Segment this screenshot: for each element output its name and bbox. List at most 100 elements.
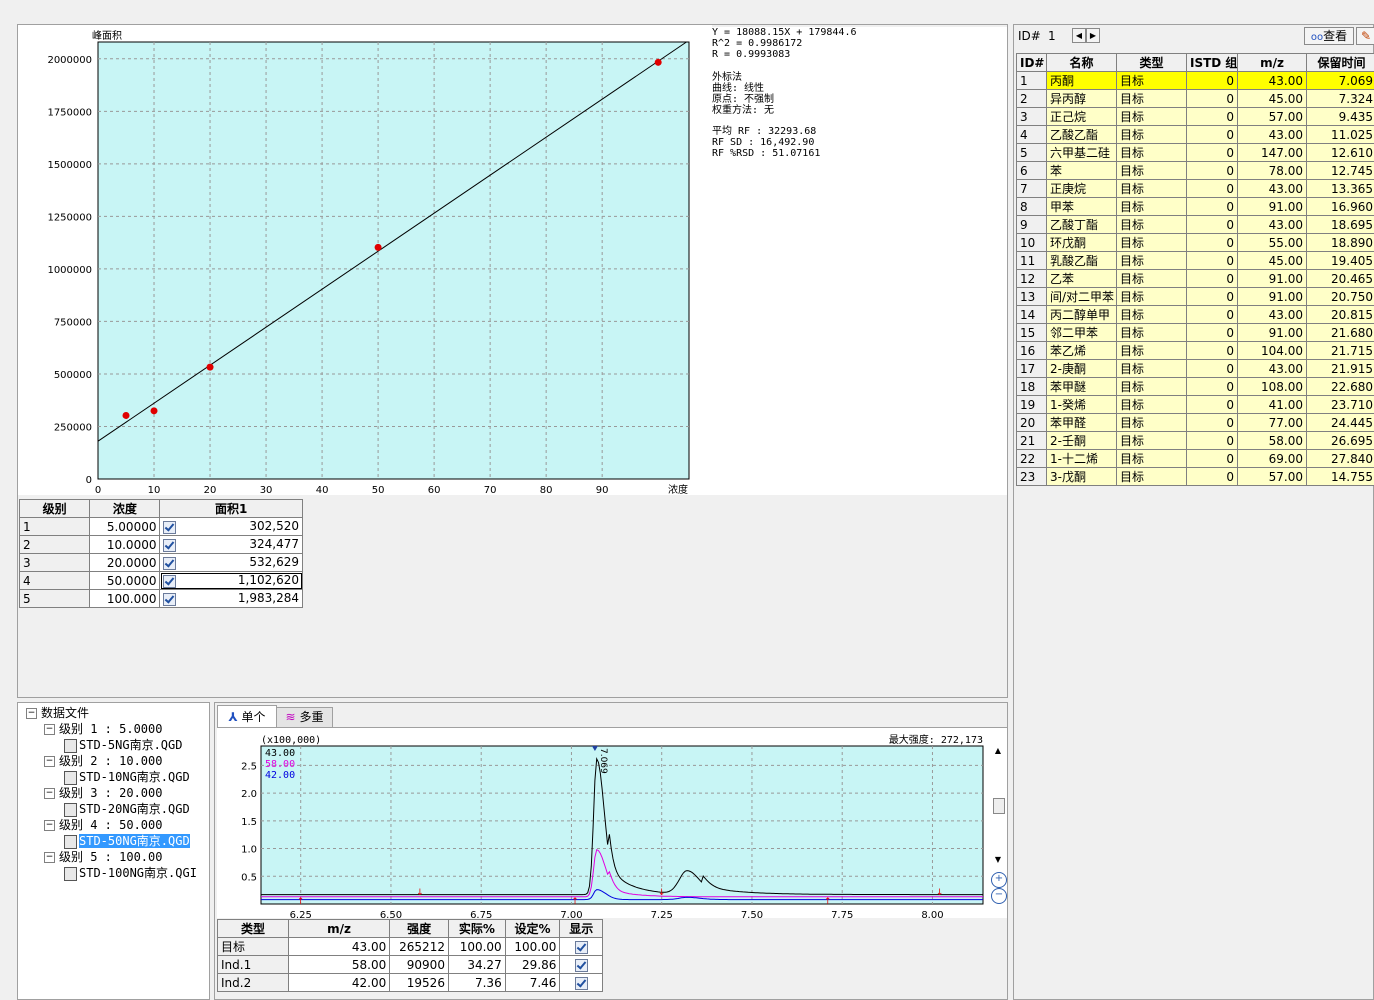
tree-file[interactable]: STD-20NG南京.QGD: [26, 801, 197, 817]
scroll-thumb[interactable]: [993, 798, 1005, 814]
compound-cell-mz: 43.00: [1237, 125, 1307, 144]
tab-single[interactable]: ⅄ 单个: [217, 705, 277, 728]
compound-cell-id: 5: [1016, 143, 1047, 162]
compound-cell-istd: 0: [1186, 179, 1238, 198]
compound-row[interactable]: 14 丙二醇单甲 目标 0 43.00 20.815: [1016, 305, 1374, 324]
tree-root[interactable]: − 数据文件: [26, 705, 197, 721]
compound-cell-id: 11: [1016, 251, 1047, 270]
col-istd[interactable]: ISTD 组: [1186, 53, 1238, 72]
level-row[interactable]: 5 100.000 1,983,284: [18, 589, 303, 608]
compound-row[interactable]: 1 丙酮 目标 0 43.00 7.069: [1016, 71, 1374, 90]
compound-row[interactable]: 4 乙酸乙酯 目标 0 43.00 11.025: [1016, 125, 1374, 144]
tree-level[interactable]: − 级别 2 : 10.000: [26, 753, 197, 769]
collapse-icon[interactable]: −: [44, 788, 55, 799]
y-tick-label: 1500000: [47, 160, 92, 171]
compound-cell-istd: 0: [1186, 125, 1238, 144]
collapse-icon[interactable]: −: [26, 708, 37, 719]
scroll-down-icon[interactable]: ▼: [991, 855, 1005, 864]
compound-row[interactable]: 21 2-壬酮 目标 0 58.00 26.695: [1016, 431, 1374, 450]
col-name[interactable]: 名称: [1046, 53, 1117, 72]
ion-row[interactable]: 目标 43.00 265212 100.00 100.00: [217, 937, 603, 956]
compound-row[interactable]: 9 乙酸丁酯 目标 0 43.00 18.695: [1016, 215, 1374, 234]
compound-row[interactable]: 5 六甲基二硅 目标 0 147.00 12.610: [1016, 143, 1374, 162]
collapse-icon[interactable]: −: [44, 756, 55, 767]
compound-row[interactable]: 23 3-戊酮 目标 0 57.00 14.755: [1016, 467, 1374, 486]
rf-sd: RF SD : 16,492.90: [712, 137, 815, 148]
compound-row[interactable]: 3 正己烷 目标 0 57.00 9.435: [1016, 107, 1374, 126]
compound-row[interactable]: 13 间/对二甲苯 目标 0 91.00 20.750: [1016, 287, 1374, 306]
compound-row[interactable]: 20 苯甲醛 目标 0 77.00 24.445: [1016, 413, 1374, 432]
compound-row[interactable]: 16 苯乙烯 目标 0 104.00 21.715: [1016, 341, 1374, 360]
compound-row[interactable]: 18 苯甲醚 目标 0 108.00 22.680: [1016, 377, 1374, 396]
level-row[interactable]: 4 50.0000 1,102,620: [18, 571, 303, 590]
show-checkbox[interactable]: [574, 958, 588, 972]
compound-row[interactable]: 22 1-十二烯 目标 0 69.00 27.840: [1016, 449, 1374, 468]
compound-row[interactable]: 10 环戊酮 目标 0 55.00 18.890: [1016, 233, 1374, 252]
col-id[interactable]: ID#: [1016, 53, 1047, 72]
x-tick-label: 8.00: [921, 910, 943, 918]
compound-row[interactable]: 8 甲苯 目标 0 91.00 16.960: [1016, 197, 1374, 216]
use-checkbox[interactable]: [163, 521, 177, 534]
tree-level[interactable]: − 级别 1 : 5.0000: [26, 721, 197, 737]
ion-row[interactable]: Ind.1 58.00 90900 34.27 29.86: [217, 955, 603, 974]
tree-file[interactable]: STD-5NG南京.QGD: [26, 737, 197, 753]
collapse-icon[interactable]: −: [44, 852, 55, 863]
edit-button[interactable]: ✎: [1356, 27, 1374, 45]
data-point: [122, 411, 130, 419]
compound-cell-name: 正己烷: [1046, 107, 1117, 126]
level-row[interactable]: 3 20.0000 532,629: [18, 553, 303, 572]
use-checkbox[interactable]: [163, 575, 177, 588]
ion-row[interactable]: Ind.2 42.00 19526 7.36 7.46: [217, 973, 603, 992]
compound-cell-id: 6: [1016, 161, 1047, 180]
id-next-button[interactable]: ▶: [1086, 28, 1100, 43]
compound-cell-mz: 91.00: [1237, 269, 1307, 288]
tree-level[interactable]: − 级别 5 : 100.00: [26, 849, 197, 865]
scroll-up-icon[interactable]: ▲: [991, 746, 1005, 755]
compound-row[interactable]: 11 乳酸乙酯 目标 0 45.00 19.405: [1016, 251, 1374, 270]
x-tick-label: 6.25: [290, 910, 312, 918]
compound-row[interactable]: 15 邻二甲苯 目标 0 91.00 21.680: [1016, 323, 1374, 342]
compound-cell-istd: 0: [1186, 323, 1238, 342]
y-tick-label: 1750000: [47, 107, 92, 118]
compound-cell-name: 2-庚酮: [1046, 359, 1117, 378]
show-checkbox[interactable]: [574, 940, 588, 954]
integration-end-icon: ↓: [936, 888, 944, 898]
col-mz[interactable]: m/z: [1237, 53, 1307, 72]
level-row[interactable]: 1 5.00000 302,520: [18, 517, 303, 536]
zoom-in-icon[interactable]: +: [991, 872, 1007, 888]
regression-info: Y = 18088.15X + 179844.6 R^2 = 0.9986172…: [712, 27, 1007, 495]
col-rt[interactable]: 保留时间: [1306, 53, 1374, 72]
weight-method: 权重方法: 无: [712, 105, 775, 116]
compound-row[interactable]: 19 1-癸烯 目标 0 41.00 23.710: [1016, 395, 1374, 414]
compound-row[interactable]: 7 正庚烷 目标 0 43.00 13.365: [1016, 179, 1374, 198]
level-row[interactable]: 2 10.0000 324,477: [18, 535, 303, 554]
integration-start-icon: ↑: [297, 897, 305, 907]
collapse-icon[interactable]: −: [44, 820, 55, 831]
tree-file-selected[interactable]: STD-50NG南京.QGD: [26, 833, 197, 849]
use-checkbox[interactable]: [163, 539, 177, 552]
y-tick-label: 1.0: [241, 845, 257, 856]
compound-row[interactable]: 2 异丙醇 目标 0 45.00 7.324: [1016, 89, 1374, 108]
id-prev-button[interactable]: ◀: [1072, 28, 1086, 43]
tab-multi[interactable]: ≋ 多重: [276, 707, 333, 727]
tree-file[interactable]: STD-10NG南京.QGD: [26, 769, 197, 785]
zoom-out-icon[interactable]: −: [991, 888, 1007, 904]
tree-file[interactable]: STD-100NG南京.QGI: [26, 865, 197, 881]
legend-mz: 42.00: [265, 770, 295, 781]
vertical-scrollbar[interactable]: ▲ ▼: [991, 746, 1005, 864]
use-checkbox[interactable]: [163, 557, 177, 570]
view-button[interactable]: oo查看: [1304, 27, 1354, 45]
collapse-icon[interactable]: −: [44, 724, 55, 735]
tree-level[interactable]: − 级别 3 : 20.000: [26, 785, 197, 801]
compound-cell-name: 丙二醇单甲: [1046, 305, 1117, 324]
tree-level[interactable]: − 级别 4 : 50.000: [26, 817, 197, 833]
show-checkbox[interactable]: [574, 976, 588, 990]
compound-row[interactable]: 12 乙苯 目标 0 91.00 20.465: [1016, 269, 1374, 288]
compound-row[interactable]: 17 2-庚酮 目标 0 43.00 21.915: [1016, 359, 1374, 378]
compound-row[interactable]: 6 苯目标 0 78.00 12.745: [1016, 161, 1374, 180]
compound-cell-mz: 147.00: [1237, 143, 1307, 162]
use-checkbox[interactable]: [163, 593, 177, 606]
compound-cell-istd: 0: [1186, 71, 1238, 90]
peak-label: 7.069: [598, 748, 608, 774]
col-type[interactable]: 类型: [1116, 53, 1187, 72]
